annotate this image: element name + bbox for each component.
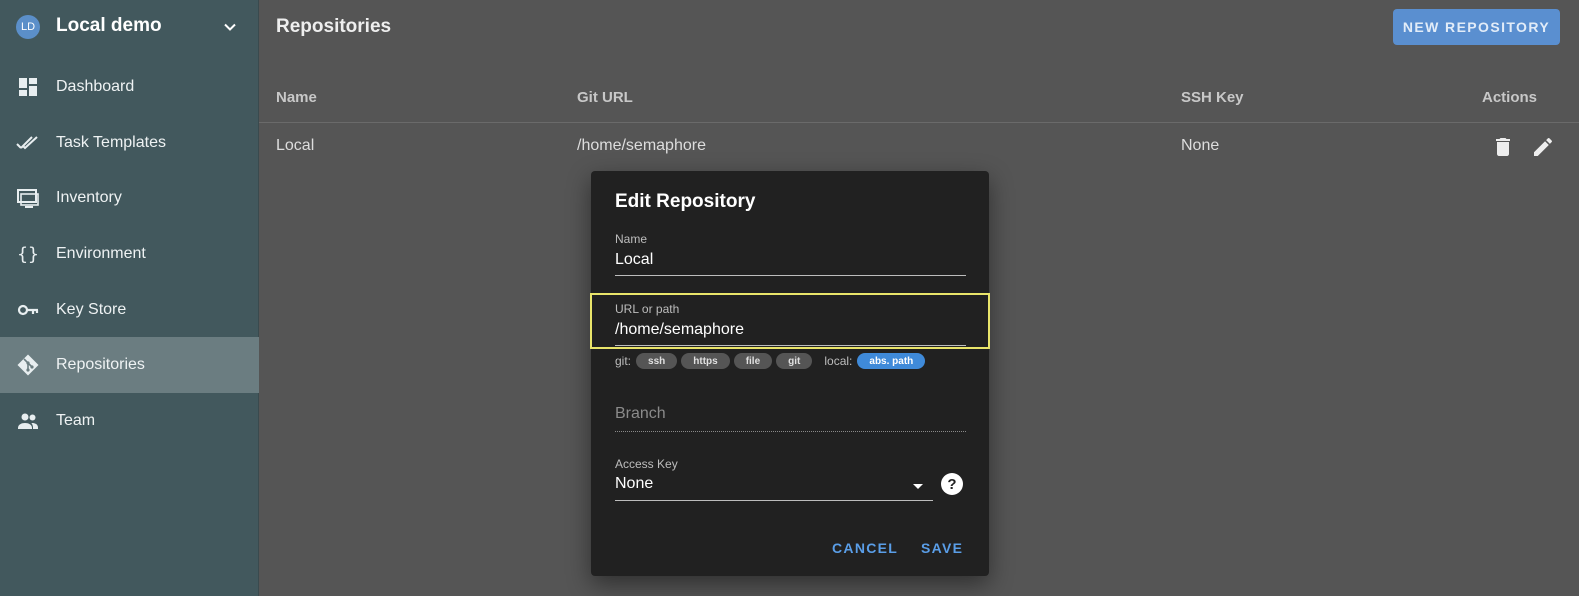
braces-icon: {}: [17, 244, 39, 265]
sidebar-item-repositories[interactable]: Repositories: [0, 337, 259, 393]
save-button[interactable]: SAVE: [921, 540, 963, 556]
sidebar-item-environment[interactable]: {} Environment: [0, 226, 259, 282]
url-field[interactable]: /home/semaphore: [615, 321, 744, 339]
cell-ssh-key: None: [1181, 137, 1220, 154]
sidebar-item-label: Key Store: [56, 301, 127, 318]
double-check-icon: [16, 136, 38, 150]
protocol-hints: git: ssh https file git local: abs. path: [615, 353, 929, 369]
sidebar-item-label: Inventory: [56, 189, 122, 206]
url-field-label: URL or path: [615, 302, 680, 316]
sidebar: LD Local demo Dashboard Task Templates I…: [0, 0, 259, 596]
monitor-icon: [17, 189, 39, 208]
column-header-ssh-key[interactable]: SSH Key: [1181, 89, 1244, 106]
column-header-git-url[interactable]: Git URL: [577, 89, 633, 106]
branch-field-underline: [615, 431, 966, 432]
sidebar-item-task-templates[interactable]: Task Templates: [0, 115, 259, 171]
people-icon: [18, 413, 38, 429]
chip-https[interactable]: https: [681, 353, 730, 369]
table-divider: [259, 122, 1579, 123]
sidebar-item-label: Repositories: [56, 356, 145, 373]
project-avatar: LD: [16, 15, 40, 39]
cancel-button[interactable]: CANCEL: [832, 540, 898, 556]
sidebar-item-inventory[interactable]: Inventory: [0, 170, 259, 226]
new-repository-button[interactable]: NEW REPOSITORY: [1393, 9, 1560, 45]
sidebar-item-team[interactable]: Team: [0, 393, 259, 449]
sidebar-item-key-store[interactable]: Key Store: [0, 282, 259, 338]
url-field-underline: [615, 345, 966, 346]
cell-name: Local: [276, 137, 315, 154]
sidebar-item-label: Environment: [56, 245, 146, 262]
key-icon: [17, 304, 39, 316]
git-hint-label: git:: [615, 354, 632, 368]
access-key-label: Access Key: [615, 457, 678, 471]
edit-repository-dialog: Edit Repository Name Local URL or path /…: [590, 171, 990, 576]
sidebar-item-label: Task Templates: [56, 134, 166, 151]
chip-git[interactable]: git: [776, 353, 813, 369]
chip-ssh[interactable]: ssh: [636, 353, 678, 369]
access-key-underline: [615, 500, 933, 501]
branch-field[interactable]: Branch: [615, 405, 666, 423]
project-name: Local demo: [56, 15, 162, 36]
cell-git-url: /home/semaphore: [577, 137, 706, 154]
name-field[interactable]: Local: [615, 251, 653, 269]
sidebar-item-label: Dashboard: [56, 78, 135, 95]
chip-abs-path[interactable]: abs. path: [857, 353, 926, 369]
name-field-label: Name: [615, 232, 648, 246]
sidebar-item-dashboard[interactable]: Dashboard: [0, 59, 259, 115]
svg-text:{}: {}: [17, 244, 39, 265]
name-field-underline: [615, 275, 966, 276]
column-header-name[interactable]: Name: [276, 89, 317, 106]
chip-file[interactable]: file: [733, 353, 773, 369]
dashboard-icon: [19, 78, 37, 96]
local-hint-label: local:: [824, 354, 853, 368]
help-icon[interactable]: ?: [941, 473, 963, 495]
dropdown-arrow-icon[interactable]: [911, 481, 925, 491]
dialog-title: Edit Repository: [615, 191, 756, 212]
chevron-down-icon: [224, 23, 236, 31]
column-header-actions: Actions: [1482, 89, 1538, 106]
page-title: Repositories: [276, 16, 392, 37]
edit-pencil-icon[interactable]: [1531, 135, 1555, 159]
sidebar-item-label: Team: [56, 412, 96, 429]
git-icon: [17, 354, 39, 376]
delete-icon[interactable]: [1491, 135, 1515, 159]
access-key-select[interactable]: None: [615, 475, 653, 493]
project-switcher[interactable]: LD Local demo: [0, 0, 259, 54]
